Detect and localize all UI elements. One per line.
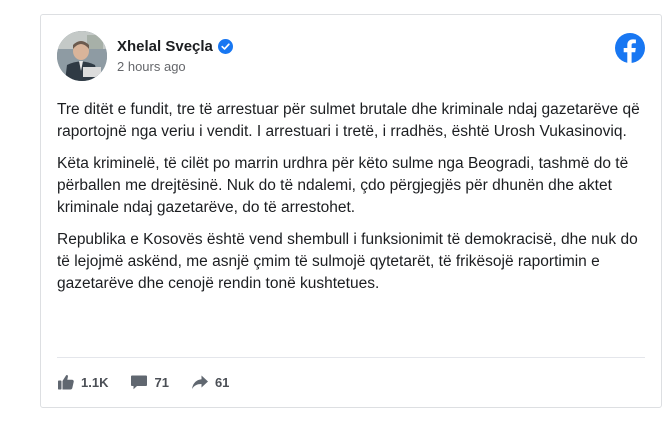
post-paragraph: Tre ditët e fundit, tre të arrestuar për… [57, 101, 640, 140]
comment-count: 71 [154, 374, 169, 390]
actions-divider [57, 357, 645, 358]
post-paragraph: Republika e Kosovës është vend shembull … [57, 231, 638, 292]
share-arrow-icon [191, 375, 208, 389]
post-paragraph: Këta kriminelë, të cilët po marrin urdhr… [57, 155, 629, 216]
thumbs-up-icon [58, 375, 74, 390]
comment-icon [131, 375, 148, 390]
facebook-logo-icon[interactable] [615, 33, 645, 63]
post-body: Tre ditët e fundit, tre të arrestuar për… [57, 99, 641, 305]
facebook-post-card: Xhelal Sveçla 2 hours ago Tre ditët e fu… [40, 14, 662, 408]
author-name[interactable]: Xhelal Sveçla [117, 38, 213, 55]
post-actions: 1.1K 71 61 [57, 371, 251, 393]
post-header: Xhelal Sveçla 2 hours ago [57, 31, 645, 81]
comment-button[interactable]: 71 [130, 373, 169, 391]
author-row: Xhelal Sveçla [117, 36, 233, 56]
avatar-photo [57, 31, 107, 81]
like-count: 1.1K [81, 374, 109, 390]
author-info: Xhelal Sveçla 2 hours ago [117, 36, 233, 74]
like-button[interactable]: 1.1K [57, 373, 108, 391]
verified-badge-icon [217, 38, 233, 54]
author-avatar[interactable] [57, 31, 107, 81]
share-button[interactable]: 61 [191, 373, 229, 391]
share-count: 61 [214, 374, 230, 390]
post-timestamp[interactable]: 2 hours ago [117, 59, 233, 74]
